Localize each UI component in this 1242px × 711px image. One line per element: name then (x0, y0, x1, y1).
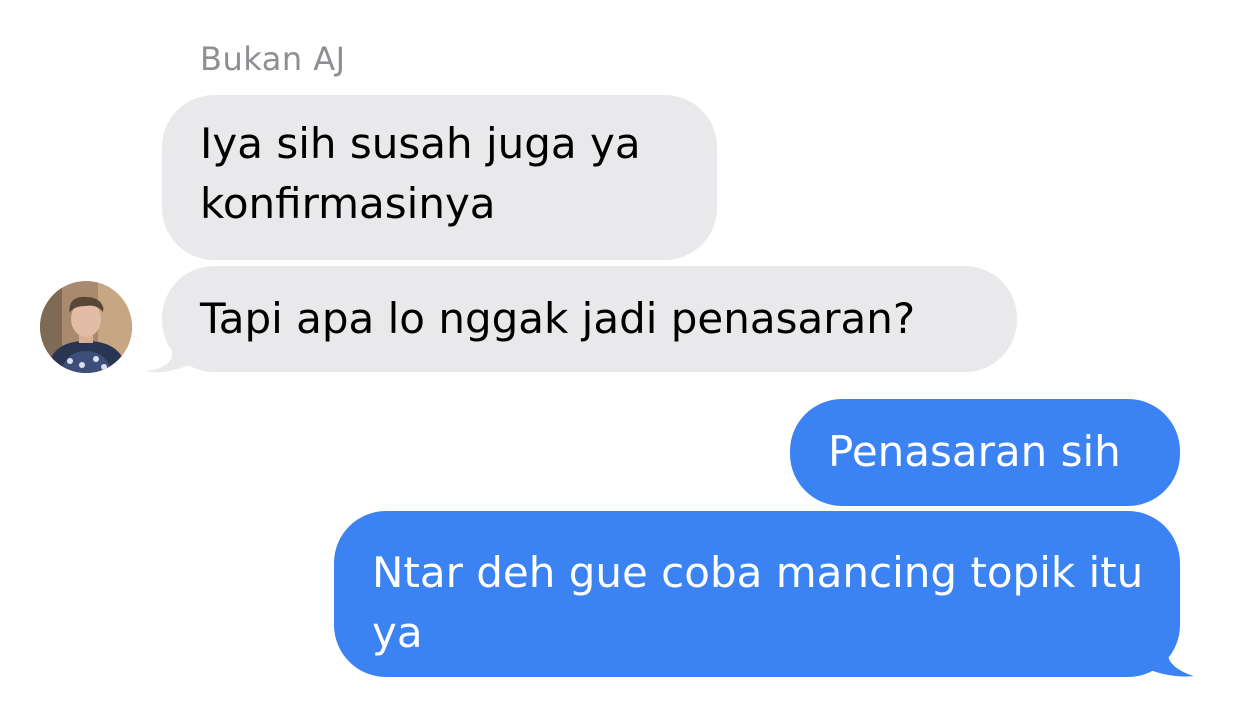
outgoing-bubble-tail (1128, 618, 1194, 677)
incoming-bubble-tail (146, 318, 192, 373)
incoming-message-bubble[interactable]: Iya sih susah juga ya konfirmasinya (162, 95, 717, 260)
incoming-message-bubble[interactable]: Tapi apa lo nggak jadi penasaran? (162, 266, 1017, 372)
sender-name: Bukan AJ (200, 40, 346, 78)
outgoing-message-bubble[interactable]: Penasaran sih (790, 399, 1180, 506)
contact-avatar[interactable] (40, 281, 132, 373)
outgoing-message-bubble[interactable]: Ntar deh gue coba mancing topik itu ya (334, 511, 1180, 677)
avatar-photo-icon (40, 281, 132, 373)
